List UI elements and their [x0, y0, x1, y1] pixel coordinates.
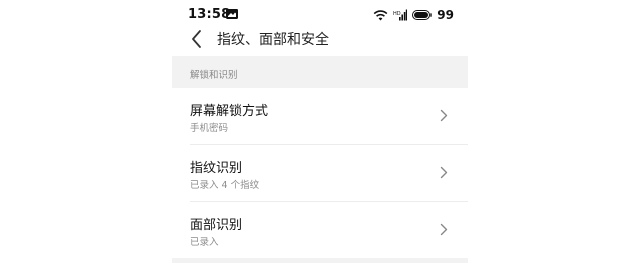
section-separator: [172, 258, 468, 263]
message-icon: [226, 9, 238, 19]
header: 指纹、面部和安全: [172, 24, 468, 54]
row-title: 面部识别: [190, 218, 243, 233]
page-title: 指纹、面部和安全: [217, 32, 329, 48]
face-recognition-row[interactable]: 面部识别 已录入: [172, 202, 468, 258]
battery-icon: [412, 10, 432, 20]
section-header: 解锁和识别: [172, 56, 468, 88]
section-label: 解锁和识别: [190, 70, 238, 81]
phone-screen: 13:58 HD 99 指纹、面部和安全 解锁和识别 屏幕解锁方式 手机密码 指…: [172, 0, 468, 263]
chevron-right-icon: [440, 223, 448, 236]
fingerprint-row[interactable]: 指纹识别 已录入 4 个指纹: [172, 145, 468, 201]
screen-unlock-row[interactable]: 屏幕解锁方式 手机密码: [172, 88, 468, 144]
row-subtitle: 已录入: [190, 237, 219, 248]
chevron-right-icon: [440, 109, 448, 122]
status-right: HD 99: [373, 7, 454, 23]
chevron-right-icon: [440, 166, 448, 179]
status-time: 13:58: [188, 7, 231, 22]
svg-text:HD: HD: [393, 11, 401, 17]
battery-level: 99: [437, 8, 454, 22]
row-subtitle: 手机密码: [190, 123, 229, 134]
wifi-icon: [373, 10, 388, 21]
row-title: 指纹识别: [190, 161, 243, 176]
row-title: 屏幕解锁方式: [190, 104, 269, 119]
signal-icon: HD: [393, 9, 408, 21]
back-arrow-icon[interactable]: [188, 28, 206, 50]
row-subtitle: 已录入 4 个指纹: [190, 180, 260, 191]
